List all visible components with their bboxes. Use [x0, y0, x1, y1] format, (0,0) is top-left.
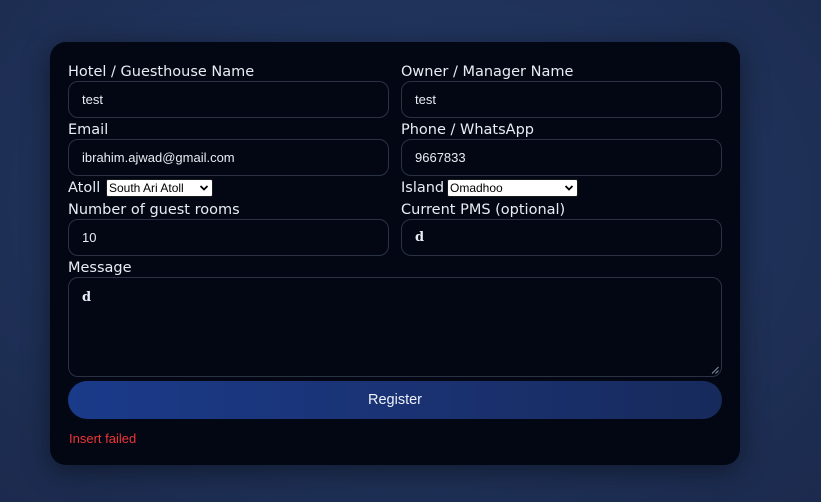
hotel-name-label: Hotel / Guesthouse Name [68, 64, 255, 80]
owner-name-input[interactable]: test [401, 81, 722, 118]
atoll-selected-value: South Ari Atoll [109, 181, 184, 195]
registration-card: Hotel / Guesthouse Name test Owner / Man… [50, 42, 740, 465]
phone-input[interactable]: 9667833 [401, 139, 722, 176]
atoll-label: Atoll [68, 180, 101, 196]
email-label: Email [68, 122, 109, 138]
rooms-input[interactable]: 10 [68, 219, 389, 256]
email-input[interactable]: ibrahim.ajwad@gmail.com [68, 139, 389, 176]
rooms-label: Number of guest rooms [68, 202, 240, 218]
phone-label: Phone / WhatsApp [401, 122, 534, 138]
pms-input[interactable]: d [401, 219, 722, 256]
island-select[interactable]: Omadhoo [447, 179, 578, 197]
hotel-name-input[interactable]: test [68, 81, 389, 118]
message-text: d [82, 290, 92, 305]
island-selected-value: Omadhoo [450, 181, 503, 195]
chevron-down-icon [564, 185, 574, 191]
resize-handle-icon[interactable] [711, 366, 719, 374]
atoll-select[interactable]: South Ari Atoll [106, 179, 213, 197]
error-message: Insert failed [69, 431, 137, 446]
chevron-down-icon [199, 185, 209, 191]
message-textarea[interactable]: d [68, 277, 722, 377]
island-label: Island [401, 180, 445, 196]
pms-label: Current PMS (optional) [401, 202, 566, 218]
owner-name-label: Owner / Manager Name [401, 64, 574, 80]
message-label: Message [68, 260, 132, 276]
register-button[interactable]: Register [68, 381, 722, 419]
